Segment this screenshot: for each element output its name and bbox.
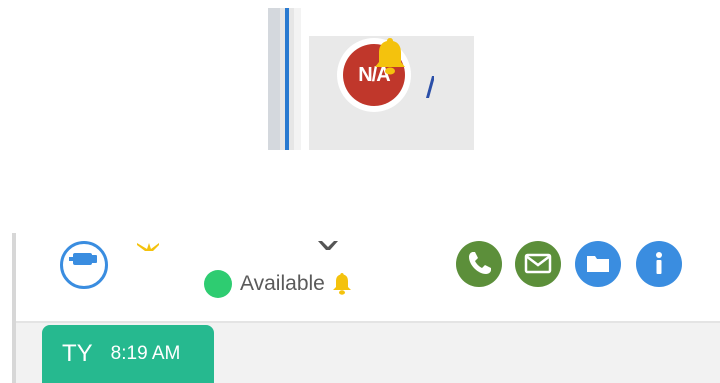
files-button[interactable] xyxy=(575,241,621,287)
folder-icon xyxy=(587,256,609,272)
sender-initials: TY xyxy=(62,340,93,367)
contact-panel: Available TY 8:19 AM xyxy=(0,233,720,383)
screen: N/A Available TY 8:19 AM xyxy=(0,0,720,383)
window-edge xyxy=(268,8,301,150)
message-time: 8:19 AM xyxy=(110,343,181,364)
pin-icon xyxy=(69,253,97,265)
status-label: Available xyxy=(240,272,325,295)
edge-highlight xyxy=(294,8,301,150)
email-button[interactable] xyxy=(515,241,561,287)
avatar-fragment: N/A xyxy=(268,8,474,150)
edge-shade xyxy=(268,8,280,150)
phone-icon xyxy=(469,252,491,274)
bell-icon[interactable] xyxy=(331,272,353,296)
message-bubble[interactable]: TY 8:19 AM xyxy=(42,325,214,383)
info-icon xyxy=(656,252,662,274)
info-button[interactable] xyxy=(636,241,682,287)
truncated-text xyxy=(426,76,434,98)
presence-status[interactable]: Available xyxy=(204,269,353,299)
bell-icon xyxy=(375,38,405,75)
focus-indicator xyxy=(285,8,289,150)
truncated-name xyxy=(318,241,338,250)
star-icon[interactable] xyxy=(137,243,159,251)
mail-icon xyxy=(524,253,552,274)
status-dot xyxy=(204,270,232,298)
call-button[interactable] xyxy=(456,241,502,287)
pin-button[interactable] xyxy=(60,241,108,289)
